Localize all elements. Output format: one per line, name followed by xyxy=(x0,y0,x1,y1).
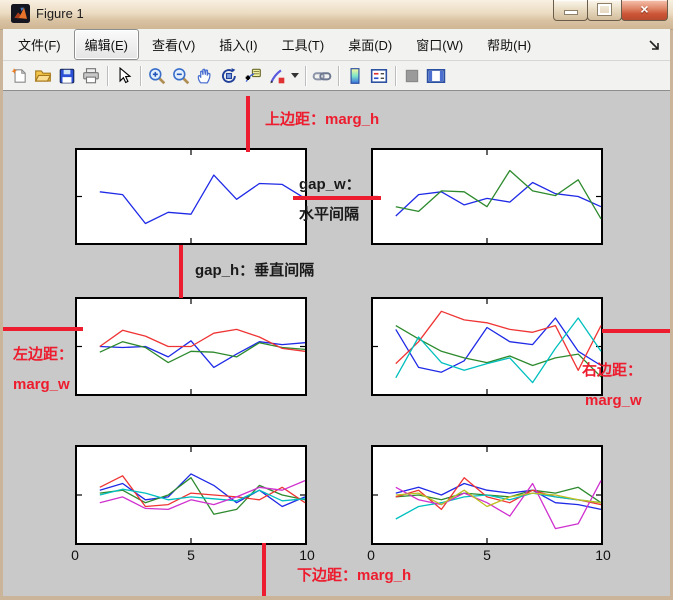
maximize-icon xyxy=(598,4,611,15)
insert-legend-button[interactable] xyxy=(368,65,390,87)
pan-button[interactable] xyxy=(194,65,216,87)
subplot-1 xyxy=(75,148,307,245)
top-margin-line xyxy=(246,96,250,152)
toolbar xyxy=(3,61,670,91)
hide-plot-tools-button[interactable] xyxy=(401,65,423,87)
rotate-3d-button[interactable] xyxy=(218,65,240,87)
window-title: Figure 1 xyxy=(36,6,84,21)
insert-legend-icon xyxy=(370,67,388,85)
titlebar[interactable]: Figure 1 × xyxy=(0,0,673,30)
xtick-label: 5 xyxy=(187,547,195,563)
matlab-logo-icon xyxy=(11,4,30,23)
toolbar-separator xyxy=(338,66,339,86)
brush-dropdown-icon[interactable] xyxy=(291,73,299,78)
zoom-in-icon xyxy=(148,67,166,85)
subplot-2 xyxy=(371,148,603,245)
insert-colorbar-button[interactable] xyxy=(344,65,366,87)
menu-item-tools[interactable]: 工具(T) xyxy=(271,29,336,60)
menu-item-file[interactable]: 文件(F) xyxy=(7,29,72,60)
gap-h-label: gap_h：垂直间隔 xyxy=(195,259,314,280)
show-plot-tools-button[interactable] xyxy=(425,65,447,87)
right-margin-line xyxy=(602,329,670,333)
menu-item-insert[interactable]: 插入(I) xyxy=(208,29,268,60)
open-folder-icon xyxy=(34,67,52,85)
toolbar-separator xyxy=(140,66,141,86)
bottom-margin-line xyxy=(262,543,266,596)
edit-plot-button[interactable] xyxy=(113,65,135,87)
gap-w-line xyxy=(293,196,381,200)
toolbar-separator xyxy=(395,66,396,86)
xtick-label: 0 xyxy=(367,547,375,563)
data-cursor-icon xyxy=(244,67,262,85)
zoom-in-button[interactable] xyxy=(146,65,168,87)
toolbar-separator xyxy=(107,66,108,86)
save-icon xyxy=(58,67,76,85)
figure-canvas: 0 5 10 0 5 10 上边距：marg_h gap_w： 水平间隔 gap… xyxy=(3,91,670,596)
minimize-button[interactable] xyxy=(553,0,588,21)
pan-hand-icon xyxy=(196,67,214,85)
menubar: 文件(F) 编辑(E) 查看(V) 插入(I) 工具(T) 桌面(D) 窗口(W… xyxy=(3,29,670,61)
hide-plot-tools-icon xyxy=(403,67,421,85)
rotate-3d-icon xyxy=(220,67,238,85)
left-margin-label: 左边距： xyxy=(13,343,73,364)
maximize-button[interactable] xyxy=(587,0,622,21)
new-figure-button[interactable] xyxy=(8,65,30,87)
data-cursor-button[interactable] xyxy=(242,65,264,87)
right-margin-label: 右边距： xyxy=(582,359,642,380)
bottom-margin-label: 下边距：marg_h xyxy=(297,564,411,585)
left-margin-line xyxy=(3,327,83,331)
menu-item-help[interactable]: 帮助(H) xyxy=(476,29,542,60)
open-file-button[interactable] xyxy=(32,65,54,87)
link-plots-button[interactable] xyxy=(311,65,333,87)
figure-window: Figure 1 × 文件(F) 编辑(E) 查看(V) 插入(I) 工具(T)… xyxy=(0,0,673,600)
show-plot-tools-icon xyxy=(426,67,446,85)
zoom-out-button[interactable] xyxy=(170,65,192,87)
xtick-label: 10 xyxy=(299,547,315,563)
toolbar-separator xyxy=(305,66,306,86)
close-icon: × xyxy=(622,0,667,18)
menu-item-window[interactable]: 窗口(W) xyxy=(405,29,474,60)
zoom-out-icon xyxy=(172,67,190,85)
print-icon xyxy=(82,67,100,85)
menu-item-edit[interactable]: 编辑(E) xyxy=(74,29,139,60)
left-margin-value: marg_w xyxy=(13,376,70,393)
subplot-4 xyxy=(371,297,603,396)
xtick-label: 5 xyxy=(483,547,491,563)
subplot-6 xyxy=(371,445,603,545)
link-plots-icon xyxy=(312,67,332,85)
right-margin-value: marg_w xyxy=(585,392,642,409)
print-button[interactable] xyxy=(80,65,102,87)
gap-w-label: gap_w： xyxy=(299,173,361,194)
menu-item-desktop[interactable]: 桌面(D) xyxy=(337,29,403,60)
menu-overflow-icon[interactable] xyxy=(648,39,660,51)
xtick-label: 0 xyxy=(71,547,79,563)
brush-data-button[interactable] xyxy=(266,65,288,87)
minimize-icon xyxy=(564,10,578,15)
insert-colorbar-icon xyxy=(346,67,364,85)
subplot-3 xyxy=(75,297,307,396)
xtick-label: 10 xyxy=(595,547,611,563)
save-button[interactable] xyxy=(56,65,78,87)
pointer-icon xyxy=(115,67,133,85)
brush-icon xyxy=(268,67,286,85)
top-margin-label: 上边距：marg_h xyxy=(265,108,379,129)
close-button[interactable]: × xyxy=(621,0,668,21)
subplot-5 xyxy=(75,445,307,545)
gap-w-sublabel: 水平间隔 xyxy=(299,203,359,224)
gap-h-line xyxy=(179,245,183,298)
menu-item-view[interactable]: 查看(V) xyxy=(141,29,206,60)
new-figure-icon xyxy=(10,67,28,85)
